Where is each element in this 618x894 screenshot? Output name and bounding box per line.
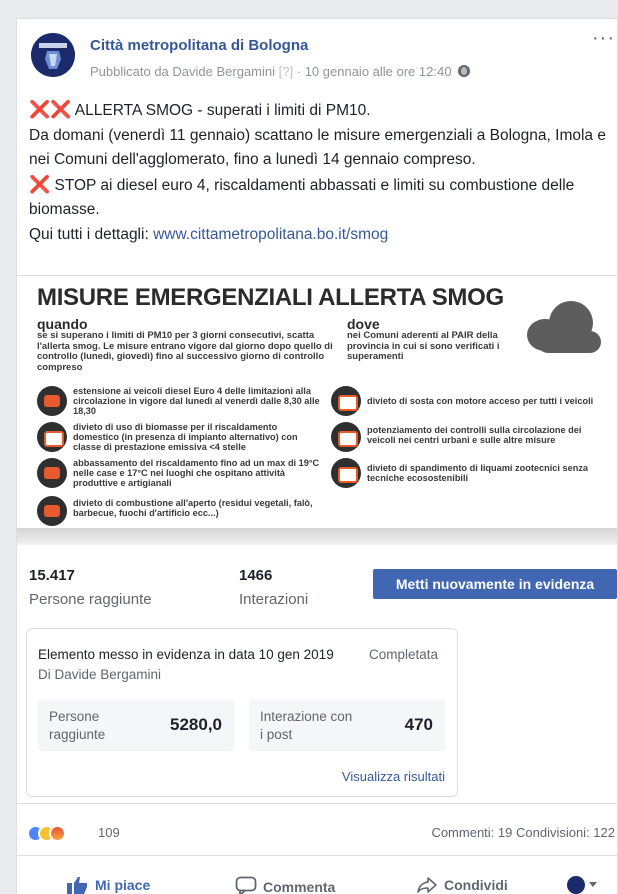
page-name-link[interactable]: Città metropolitana di Bologna [90,37,308,54]
boost-author: Di Davide Bergamini [38,667,162,682]
infographic-shadow [17,528,617,545]
post-date[interactable]: 10 gennaio alle ore 12:40 [305,64,452,79]
post-meta: Pubblicato da Davide Bergamini [?] · 10 … [90,64,471,79]
post-card: Città metropolitana di Bologna Pubblicat… [16,18,618,894]
reactions-count[interactable]: 109 [98,825,120,840]
interactions-label: Interazioni [239,591,309,608]
infographic-where-text: nei Comuni aderenti al PAIR della provin… [347,330,500,362]
measure-manure: divieto di spandimento di liquami zootec… [367,463,589,484]
post-line-3-text: STOP ai diesel euro 4, riscaldamenti abb… [29,176,575,219]
published-by-label: Pubblicato da [90,64,169,79]
measure-biomass: divieto di uso di biomasse per il riscal… [73,422,298,453]
measure-controls: potenziamento dei controlli sulla circol… [367,425,582,446]
boost-engagement-label: Interazione con i post [260,709,353,742]
comment-label: Commenta [263,879,336,894]
infographic-image[interactable]: MISURE EMERGENZIALI ALLERTA SMOG quando … [17,275,617,545]
cross-mark-icon: ❌❌ [29,100,72,120]
measure-heating: abbassamento del riscaldamento fino ad u… [73,458,320,489]
boost-engagement-tile: Interazione con i post 470 [249,699,445,751]
thumbs-up-icon [67,877,87,894]
bonfire-icon [37,496,67,526]
page-avatar-small [567,876,585,894]
details-link[interactable]: www.cittametropolitana.bo.it/smog [153,226,388,243]
thermometer-icon [37,458,67,488]
interactions-value: 1466 [239,567,273,584]
engine-idle-icon [331,386,361,416]
boost-again-button[interactable]: Metti nuovamente in evidenza [373,569,617,599]
boost-reach-tile: Persone raggiunte 5280,0 [38,699,234,751]
cross-mark-icon: ❌ [29,174,51,195]
globe-icon[interactable] [458,65,471,77]
post-line-1: ❌❌ ALLERTA SMOG - superati i limiti di P… [29,98,615,124]
help-marker[interactable]: [?] [279,64,293,79]
boost-engagement-value: 470 [404,715,433,734]
boost-reach-value: 5280,0 [170,715,222,734]
boost-reach-label: Persone raggiunte [49,709,106,742]
identity-selector[interactable] [567,875,601,894]
boost-summary-box: Elemento messo in evidenza in data 10 ge… [26,628,458,797]
share-button[interactable]: Condividi [416,876,508,894]
boost-date-text: Elemento messo in evidenza in data 10 ge… [38,647,334,662]
reach-label: Persone raggiunte [29,591,152,608]
post-line-3: ❌ STOP ai diesel euro 4, riscaldamenti a… [29,173,615,223]
author-name[interactable]: Davide Bergamini [172,64,275,79]
infographic-title: MISURE EMERGENZIALI ALLERTA SMOG [37,284,504,311]
more-options-icon[interactable]: ··· [592,28,615,48]
police-icon [331,422,361,452]
chevron-down-icon [589,882,597,887]
divider [17,855,617,856]
shares-count[interactable]: Condivisioni: 122 [516,825,615,840]
stove-icon [37,422,67,452]
share-label: Condividi [444,877,508,893]
details-label: Qui tutti i dettagli: [29,225,154,243]
measure-idle: divieto di sosta con motore acceso per t… [367,396,594,406]
boost-status: Completata [369,647,439,662]
divider [17,803,617,804]
measure-burning: divieto di combustione all'aperto (resid… [73,498,313,519]
infographic-when-text: se si superano i limiti di PM10 per 3 gi… [37,330,333,373]
measure-diesel: estensione ai veicoli diesel Euro 4 dell… [73,386,320,417]
comments-count[interactable]: Commenti: 19 [431,825,512,840]
comment-button[interactable]: Commenta [235,876,335,894]
page-avatar[interactable] [31,33,75,77]
angry-reaction-icon [49,825,66,842]
engagement-counts: Commenti: 19 Condivisioni: 122 [431,825,615,840]
meta-separator: · [296,64,302,79]
manure-spreader-icon [331,458,361,488]
reactions-summary[interactable] [27,825,87,843]
like-button[interactable]: Mi piace [67,876,150,894]
reach-value: 15.417 [29,567,75,584]
view-results-link[interactable]: Visualizza risultati [342,769,445,784]
car-icon [37,386,67,416]
post-line-2: Da domani (venerdì 11 gennaio) scattano … [29,126,606,169]
post-line-4: Qui tutti i dettagli: www.cittametropoli… [29,223,615,248]
smog-cloud-icon [527,301,607,356]
post-text: ❌❌ ALLERTA SMOG - superati i limiti di P… [29,98,615,247]
share-arrow-icon [417,877,437,893]
like-label: Mi piace [95,877,151,893]
speech-bubble-icon [235,876,257,894]
post-line-1-text: ALLERTA SMOG - superati i limiti di PM10… [71,102,371,119]
